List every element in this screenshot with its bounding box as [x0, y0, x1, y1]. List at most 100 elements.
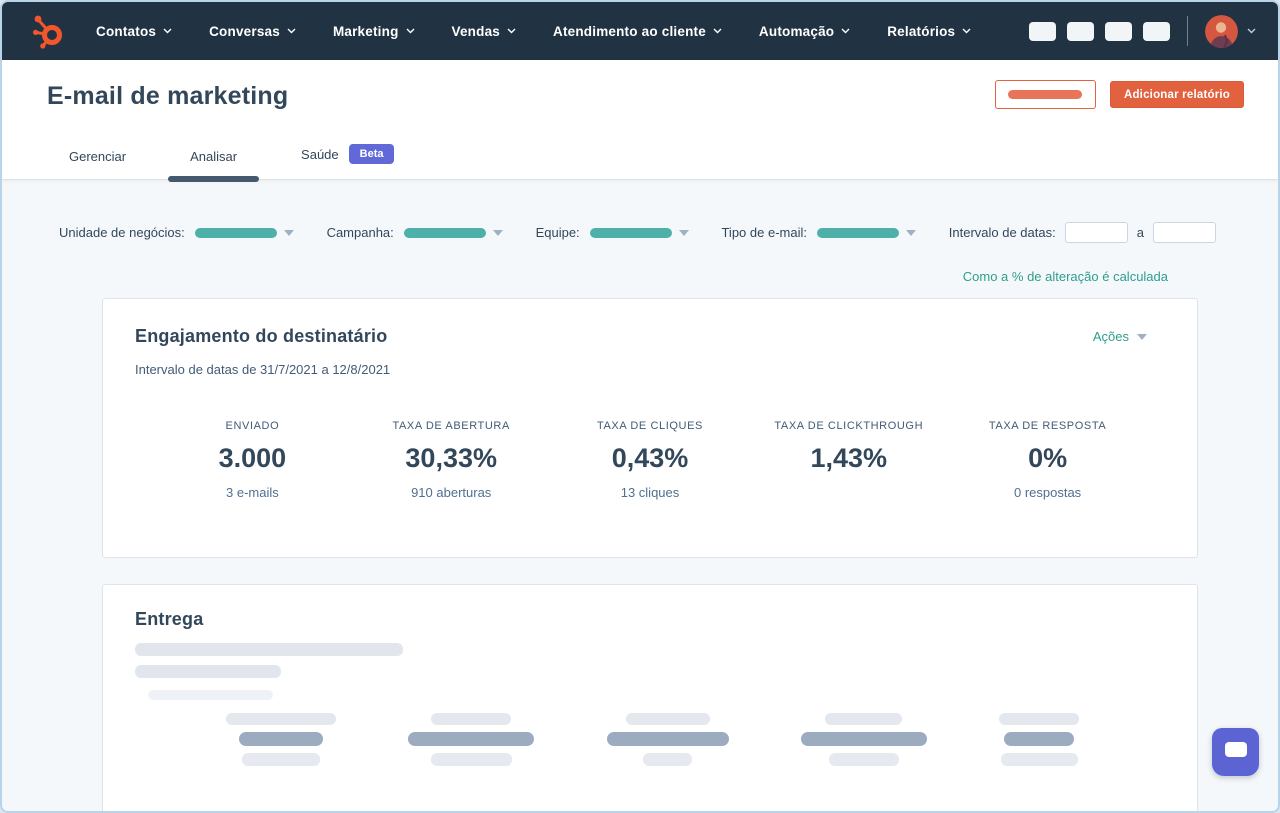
skeleton-metric	[999, 713, 1079, 766]
skeleton-metrics-row	[226, 713, 1079, 766]
engagement-card-title: Engajamento do destinatário	[135, 326, 388, 346]
tab-label: Saúde	[301, 146, 339, 162]
metric-value: 0%	[1028, 443, 1068, 473]
nav-item-label: Contatos	[96, 23, 157, 39]
account-chevron-down-icon[interactable]	[1247, 28, 1256, 34]
dropdown-chevron-icon	[492, 229, 503, 236]
filter-label: Tipo de e-mail:	[721, 225, 807, 240]
nav-item-label: Atendimento ao cliente	[553, 23, 706, 39]
redacted-label-pill	[1008, 90, 1083, 99]
chat-launcher-button[interactable]	[1212, 728, 1259, 776]
skeleton-metric	[226, 713, 336, 766]
chevron-down-icon	[163, 28, 172, 34]
tab-bar: Gerenciar Analisar Saúde Beta	[47, 144, 1242, 182]
metric-subtext	[749, 485, 948, 500]
metric-label: ENVIADO	[225, 420, 280, 432]
metric-label: TAXA DE CLIQUES	[596, 420, 703, 432]
filter-campaign[interactable]: Campanha:	[327, 225, 503, 240]
actions-label: Ações	[1092, 329, 1129, 344]
tab-label: Analisar	[190, 149, 238, 164]
calc-link-row: Como a % de alteração é calculada	[2, 268, 1168, 286]
app-window: Contatos Conversas Marketing Vendas Aten…	[0, 0, 1280, 813]
delivery-card-title: Entrega	[135, 609, 204, 629]
filter-value-pill	[194, 227, 277, 238]
metric-taxa-clickthrough: TAXA DE CLICKTHROUGH 1,43%	[749, 420, 948, 500]
skeleton-metric	[800, 713, 927, 766]
actions-dropdown[interactable]: Ações	[1093, 329, 1165, 344]
date-to-input[interactable]	[1152, 222, 1216, 243]
metric-taxa-cliques: TAXA DE CLIQUES 0,43% 13 cliques	[551, 420, 750, 500]
tab-analisar[interactable]: Analisar	[168, 149, 260, 182]
nav-item-conversas[interactable]: Conversas	[209, 24, 296, 39]
skeleton-line	[135, 665, 281, 678]
filter-label: Intervalo de datas:	[948, 225, 1056, 240]
filter-team[interactable]: Equipe:	[536, 225, 689, 240]
secondary-action-button[interactable]	[994, 80, 1096, 109]
chevron-down-icon	[406, 28, 415, 34]
filter-email-type[interactable]: Tipo de e-mail:	[721, 225, 916, 240]
main-menu: Contatos Conversas Marketing Vendas Aten…	[96, 24, 971, 39]
skeleton-line	[148, 690, 273, 700]
nav-item-label: Automação	[758, 23, 835, 39]
chevron-down-icon	[841, 28, 850, 34]
metric-subtext: 910 aberturas	[411, 485, 492, 500]
hubspot-logo-icon[interactable]	[30, 12, 66, 50]
user-avatar[interactable]	[1205, 14, 1238, 48]
tab-gerenciar[interactable]: Gerenciar	[47, 149, 148, 179]
nav-icon-placeholder-3[interactable]	[1105, 21, 1132, 41]
nav-item-label: Conversas	[209, 23, 280, 39]
top-navigation: Contatos Conversas Marketing Vendas Aten…	[2, 2, 1278, 60]
chevron-down-icon	[962, 28, 971, 34]
dropdown-chevron-icon	[1137, 333, 1147, 340]
change-calculation-link[interactable]: Como a % de alteração é calculada	[963, 269, 1168, 284]
filter-value-pill	[816, 227, 899, 238]
date-from-input[interactable]	[1064, 222, 1128, 243]
metric-value: 30,33%	[405, 443, 497, 473]
metric-label: TAXA DE RESPOSTA	[988, 420, 1107, 432]
tab-saude[interactable]: Saúde Beta	[279, 144, 416, 179]
beta-badge: Beta	[348, 144, 395, 164]
filter-value-pill	[589, 227, 672, 238]
page-header: E-mail de marketing Adicionar relatório …	[2, 60, 1278, 182]
nav-icon-placeholder-1[interactable]	[1029, 21, 1056, 41]
chevron-down-icon	[287, 28, 296, 34]
nav-item-label: Relatórios	[887, 23, 956, 39]
metric-subtext: 13 cliques	[620, 485, 680, 500]
metric-label: TAXA DE CLICKTHROUGH	[774, 420, 924, 432]
metric-value: 3.000	[218, 443, 287, 473]
nav-item-contatos[interactable]: Contatos	[96, 24, 172, 39]
skeleton-metric	[408, 713, 535, 766]
nav-item-relatorios[interactable]: Relatórios	[887, 24, 971, 39]
chevron-down-icon	[507, 28, 516, 34]
metric-taxa-abertura: TAXA DE ABERTURA 30,33% 910 aberturas	[352, 420, 551, 500]
dropdown-chevron-icon	[678, 229, 689, 236]
recipient-engagement-card: Engajamento do destinatário Ações Interv…	[102, 298, 1198, 558]
date-range-separator: a	[1136, 225, 1144, 240]
main-content: Unidade de negócios: Campanha: Equipe: T…	[2, 222, 1278, 811]
metric-taxa-resposta: TAXA DE RESPOSTA 0% 0 respostas	[948, 420, 1147, 500]
filter-value-pill	[403, 227, 486, 238]
header-actions: Adicionar relatório	[994, 80, 1244, 109]
nav-icon-placeholder-2[interactable]	[1067, 21, 1094, 41]
skeleton-line	[135, 643, 403, 656]
dropdown-chevron-icon	[905, 229, 916, 236]
nav-item-vendas[interactable]: Vendas	[452, 24, 516, 39]
filter-label: Equipe:	[535, 225, 580, 240]
add-report-button[interactable]: Adicionar relatório	[1109, 81, 1244, 108]
nav-icon-placeholder-4[interactable]	[1143, 21, 1170, 41]
delivery-card: Entrega	[102, 584, 1198, 811]
filter-business-unit[interactable]: Unidade de negócios:	[59, 225, 294, 240]
nav-item-automacao[interactable]: Automação	[759, 24, 850, 39]
nav-item-atendimento[interactable]: Atendimento ao cliente	[553, 24, 722, 39]
metric-label: TAXA DE ABERTURA	[392, 420, 510, 432]
filter-date-range: Intervalo de datas: a	[949, 222, 1216, 243]
skeleton-metric	[606, 713, 729, 766]
nav-utilities	[1018, 14, 1256, 48]
metric-value: 0,43%	[611, 443, 689, 473]
metric-value: 1,43%	[810, 443, 888, 473]
nav-item-marketing[interactable]: Marketing	[333, 24, 415, 39]
metric-subtext: 3 e-mails	[226, 485, 279, 500]
metrics-row: ENVIADO 3.000 3 e-mails TAXA DE ABERTURA…	[135, 420, 1165, 500]
filter-label: Campanha:	[326, 225, 394, 240]
filter-label: Unidade de negócios:	[59, 225, 185, 240]
